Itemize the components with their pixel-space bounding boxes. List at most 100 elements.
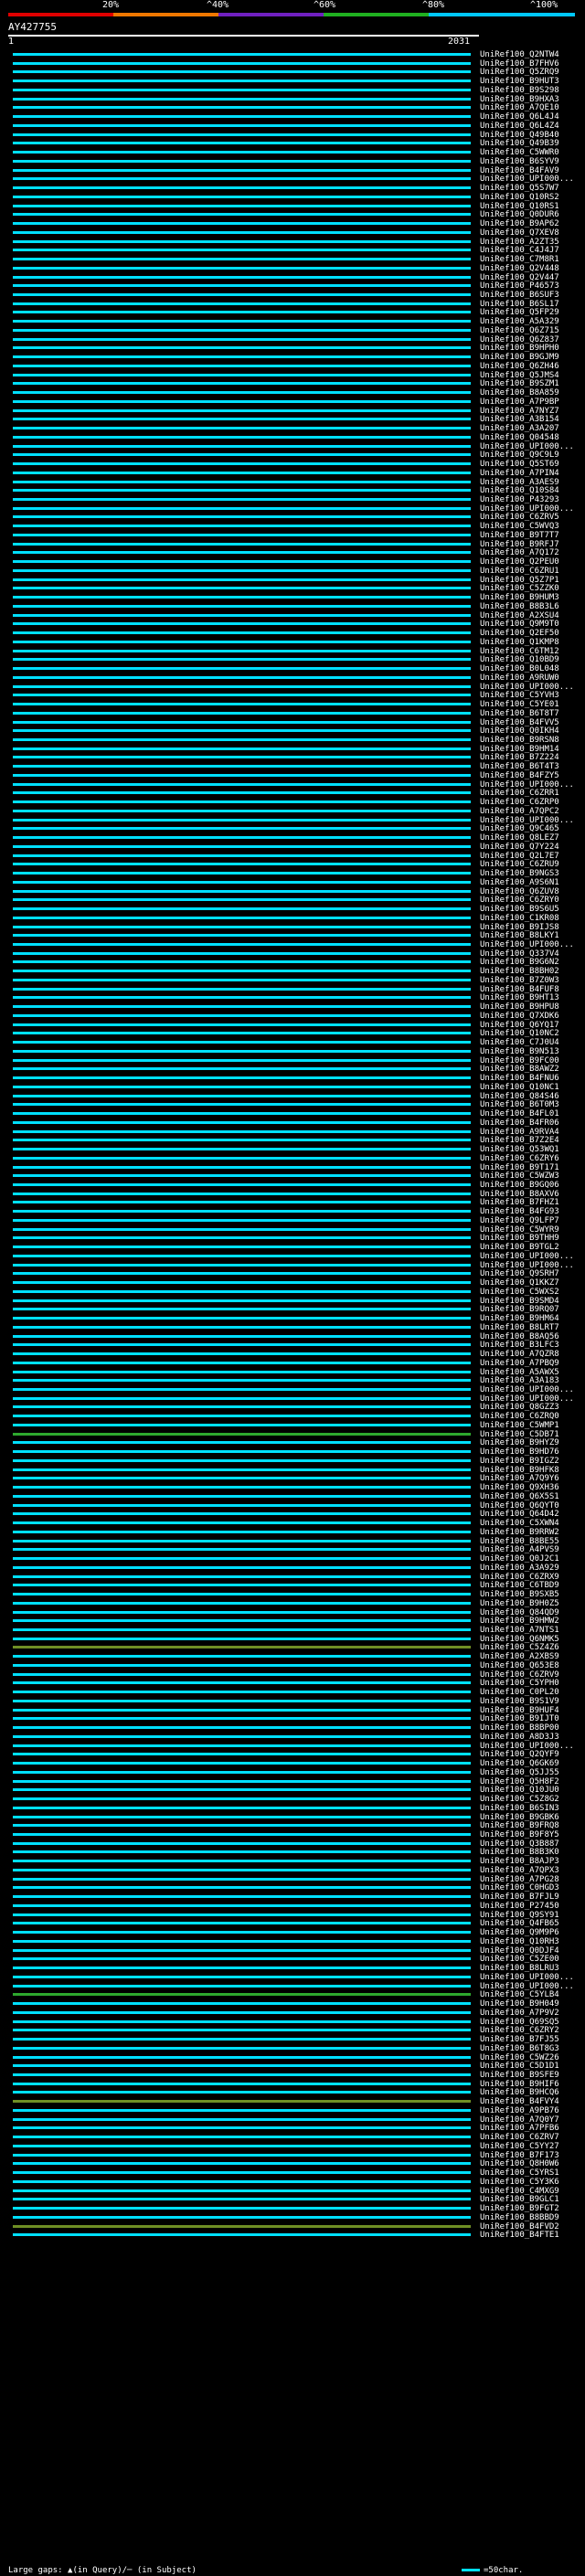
hit-row[interactable]: UniRef100_Q6QYT0 xyxy=(0,1501,585,1511)
hit-label[interactable]: UniRef100_C5ZZK0 xyxy=(480,584,559,593)
hit-label[interactable]: UniRef100_A2XSU4 xyxy=(480,611,559,620)
hit-alignment-bar[interactable] xyxy=(13,1637,471,1640)
hit-label[interactable]: UniRef100_Q53WQ1 xyxy=(480,1145,559,1154)
hit-alignment-bar[interactable] xyxy=(13,773,471,777)
hit-alignment-bar[interactable] xyxy=(13,1308,471,1311)
hit-label[interactable]: UniRef100_Q8GZZ3 xyxy=(480,1403,559,1412)
hit-row[interactable]: UniRef100_B9RRW2 xyxy=(0,1528,585,1537)
hit-alignment-bar[interactable] xyxy=(13,2162,471,2166)
hit-label[interactable]: UniRef100_Q2NTW4 xyxy=(480,50,559,59)
hit-row[interactable]: UniRef100_Q0J2C1 xyxy=(0,1554,585,1564)
hit-row[interactable]: UniRef100_Q9C465 xyxy=(0,824,585,833)
hit-label[interactable]: UniRef100_Q7XDK6 xyxy=(480,1012,559,1021)
hit-row[interactable]: UniRef100_A7PG28 xyxy=(0,1875,585,1884)
hit-alignment-bar[interactable] xyxy=(13,1619,471,1623)
hit-label[interactable]: UniRef100_C5D1D1 xyxy=(480,2062,559,2071)
hit-row[interactable]: UniRef100_Q84S46 xyxy=(0,1092,585,1101)
hit-row[interactable]: UniRef100_C5YLB4 xyxy=(0,1990,585,1999)
hit-row[interactable]: UniRef100_C5WZW3 xyxy=(0,1171,585,1181)
hit-row[interactable]: UniRef100_A7PBQ9 xyxy=(0,1359,585,1368)
hit-row[interactable]: UniRef100_Q8GZZ3 xyxy=(0,1403,585,1412)
hit-row[interactable]: UniRef100_B4FAV9 xyxy=(0,166,585,175)
hit-alignment-bar[interactable] xyxy=(13,578,471,581)
hit-label[interactable]: UniRef100_Q6NMK5 xyxy=(480,1635,559,1644)
hit-row[interactable]: UniRef100_Q1KKZ7 xyxy=(0,1278,585,1288)
hit-alignment-bar[interactable] xyxy=(13,1548,471,1552)
hit-row[interactable]: UniRef100_A3A929 xyxy=(0,1564,585,1573)
hit-row[interactable]: UniRef100_C5ZE00 xyxy=(0,1955,585,1964)
hit-alignment-bar[interactable] xyxy=(13,1468,471,1471)
hit-row[interactable]: UniRef100_Q9XH36 xyxy=(0,1483,585,1492)
hit-label[interactable]: UniRef100_B9SZM1 xyxy=(480,379,559,388)
hit-row[interactable]: UniRef100_Q6NMK5 xyxy=(0,1635,585,1644)
hit-label[interactable]: UniRef100_C5YPH0 xyxy=(480,1679,559,1688)
hit-row[interactable]: UniRef100_B9H0Z5 xyxy=(0,1599,585,1608)
hit-label[interactable]: UniRef100_Q5FP29 xyxy=(480,308,559,317)
hit-row[interactable]: UniRef100_B9HXA3 xyxy=(0,95,585,104)
hit-alignment-bar[interactable] xyxy=(13,756,471,759)
hit-alignment-bar[interactable] xyxy=(13,2153,471,2157)
hit-alignment-bar[interactable] xyxy=(13,1165,471,1169)
hit-row[interactable]: UniRef100_A5AWX5 xyxy=(0,1368,585,1377)
hit-label[interactable]: UniRef100_C4MXG9 xyxy=(480,2187,559,2196)
hit-alignment-bar[interactable] xyxy=(13,53,471,56)
hit-row[interactable]: UniRef100_UPI000... xyxy=(0,1394,585,1404)
hit-label[interactable]: UniRef100_Q0DUR6 xyxy=(480,210,559,219)
hit-label[interactable]: UniRef100_C5YY27 xyxy=(480,2142,559,2151)
hit-alignment-bar[interactable] xyxy=(13,1663,471,1667)
hit-alignment-bar[interactable] xyxy=(13,1939,471,1943)
hit-row[interactable]: UniRef100_C6ZRR1 xyxy=(0,789,585,798)
hit-row[interactable]: UniRef100_P27450 xyxy=(0,1902,585,1911)
hit-label[interactable]: UniRef100_C6TBD9 xyxy=(480,1581,559,1590)
hit-label[interactable]: UniRef100_Q49B40 xyxy=(480,131,559,140)
hit-alignment-bar[interactable] xyxy=(13,525,471,528)
hit-alignment-bar[interactable] xyxy=(13,1201,471,1204)
hit-row[interactable]: UniRef100_C5YY27 xyxy=(0,2142,585,2151)
hit-row[interactable]: UniRef100_A7Q0Y7 xyxy=(0,2115,585,2125)
hit-alignment-bar[interactable] xyxy=(13,1432,471,1436)
hit-label[interactable]: UniRef100_Q4FB65 xyxy=(480,1919,559,1928)
hit-alignment-bar[interactable] xyxy=(13,453,471,457)
hit-row[interactable]: UniRef100_UPI000... xyxy=(0,504,585,514)
hit-row[interactable]: UniRef100_A3A183 xyxy=(0,1376,585,1385)
hit-alignment-bar[interactable] xyxy=(13,1210,471,1214)
hit-alignment-bar[interactable] xyxy=(13,737,471,741)
hit-row[interactable]: UniRef100_Q9C9L9 xyxy=(0,451,585,460)
hit-label[interactable]: UniRef100_Q6Z715 xyxy=(480,326,559,335)
hit-row[interactable]: UniRef100_B9FRQ8 xyxy=(0,1821,585,1830)
hit-alignment-bar[interactable] xyxy=(13,2046,471,2050)
hit-alignment-bar[interactable] xyxy=(13,1655,471,1659)
hit-row[interactable]: UniRef100_Q5JJ55 xyxy=(0,1768,585,1777)
hit-alignment-bar[interactable] xyxy=(13,1396,471,1400)
hit-label[interactable]: UniRef100_Q2EF50 xyxy=(480,629,559,638)
hit-label[interactable]: UniRef100_B9HPH0 xyxy=(480,344,559,353)
hit-label[interactable]: UniRef100_B8LRU3 xyxy=(480,1964,559,1973)
hit-row[interactable]: UniRef100_UPI000... xyxy=(0,940,585,949)
hit-label[interactable]: UniRef100_Q6GK69 xyxy=(480,1759,559,1768)
hit-alignment-bar[interactable] xyxy=(13,1931,471,1935)
hit-alignment-bar[interactable] xyxy=(13,658,471,662)
hit-label[interactable]: UniRef100_Q84QD9 xyxy=(480,1608,559,1617)
hit-row[interactable]: UniRef100_B9HT13 xyxy=(0,993,585,1002)
hit-alignment-bar[interactable] xyxy=(13,1379,471,1383)
hit-row[interactable]: UniRef100_Q2L7E7 xyxy=(0,852,585,861)
hit-label[interactable]: UniRef100_B9S1V9 xyxy=(480,1697,559,1706)
hit-alignment-bar[interactable] xyxy=(13,1788,471,1792)
hit-row[interactable]: UniRef100_C4MXG9 xyxy=(0,2187,585,2196)
hit-alignment-bar[interactable] xyxy=(13,675,471,679)
hit-alignment-bar[interactable] xyxy=(13,61,471,65)
hit-label[interactable]: UniRef100_A7P9BP xyxy=(480,398,559,407)
hit-alignment-bar[interactable] xyxy=(13,151,471,154)
hit-alignment-bar[interactable] xyxy=(13,489,471,493)
hit-label[interactable]: UniRef100_B9GQ06 xyxy=(480,1181,559,1190)
hit-alignment-bar[interactable] xyxy=(13,1868,471,1871)
hit-row[interactable]: UniRef100_A9RVA4 xyxy=(0,1128,585,1137)
hit-row[interactable]: UniRef100_B7Z0W3 xyxy=(0,976,585,985)
hit-alignment-bar[interactable] xyxy=(13,1797,471,1801)
hit-label[interactable]: UniRef100_UPI000... xyxy=(480,1252,574,1261)
hit-row[interactable]: UniRef100_B6SL17 xyxy=(0,300,585,309)
hit-row[interactable]: UniRef100_B4FUF8 xyxy=(0,985,585,994)
hit-label[interactable]: UniRef100_B9H049 xyxy=(480,1999,559,2009)
hit-label[interactable]: UniRef100_Q0J2C1 xyxy=(480,1554,559,1564)
hit-label[interactable]: UniRef100_C5WZ26 xyxy=(480,2053,559,2062)
